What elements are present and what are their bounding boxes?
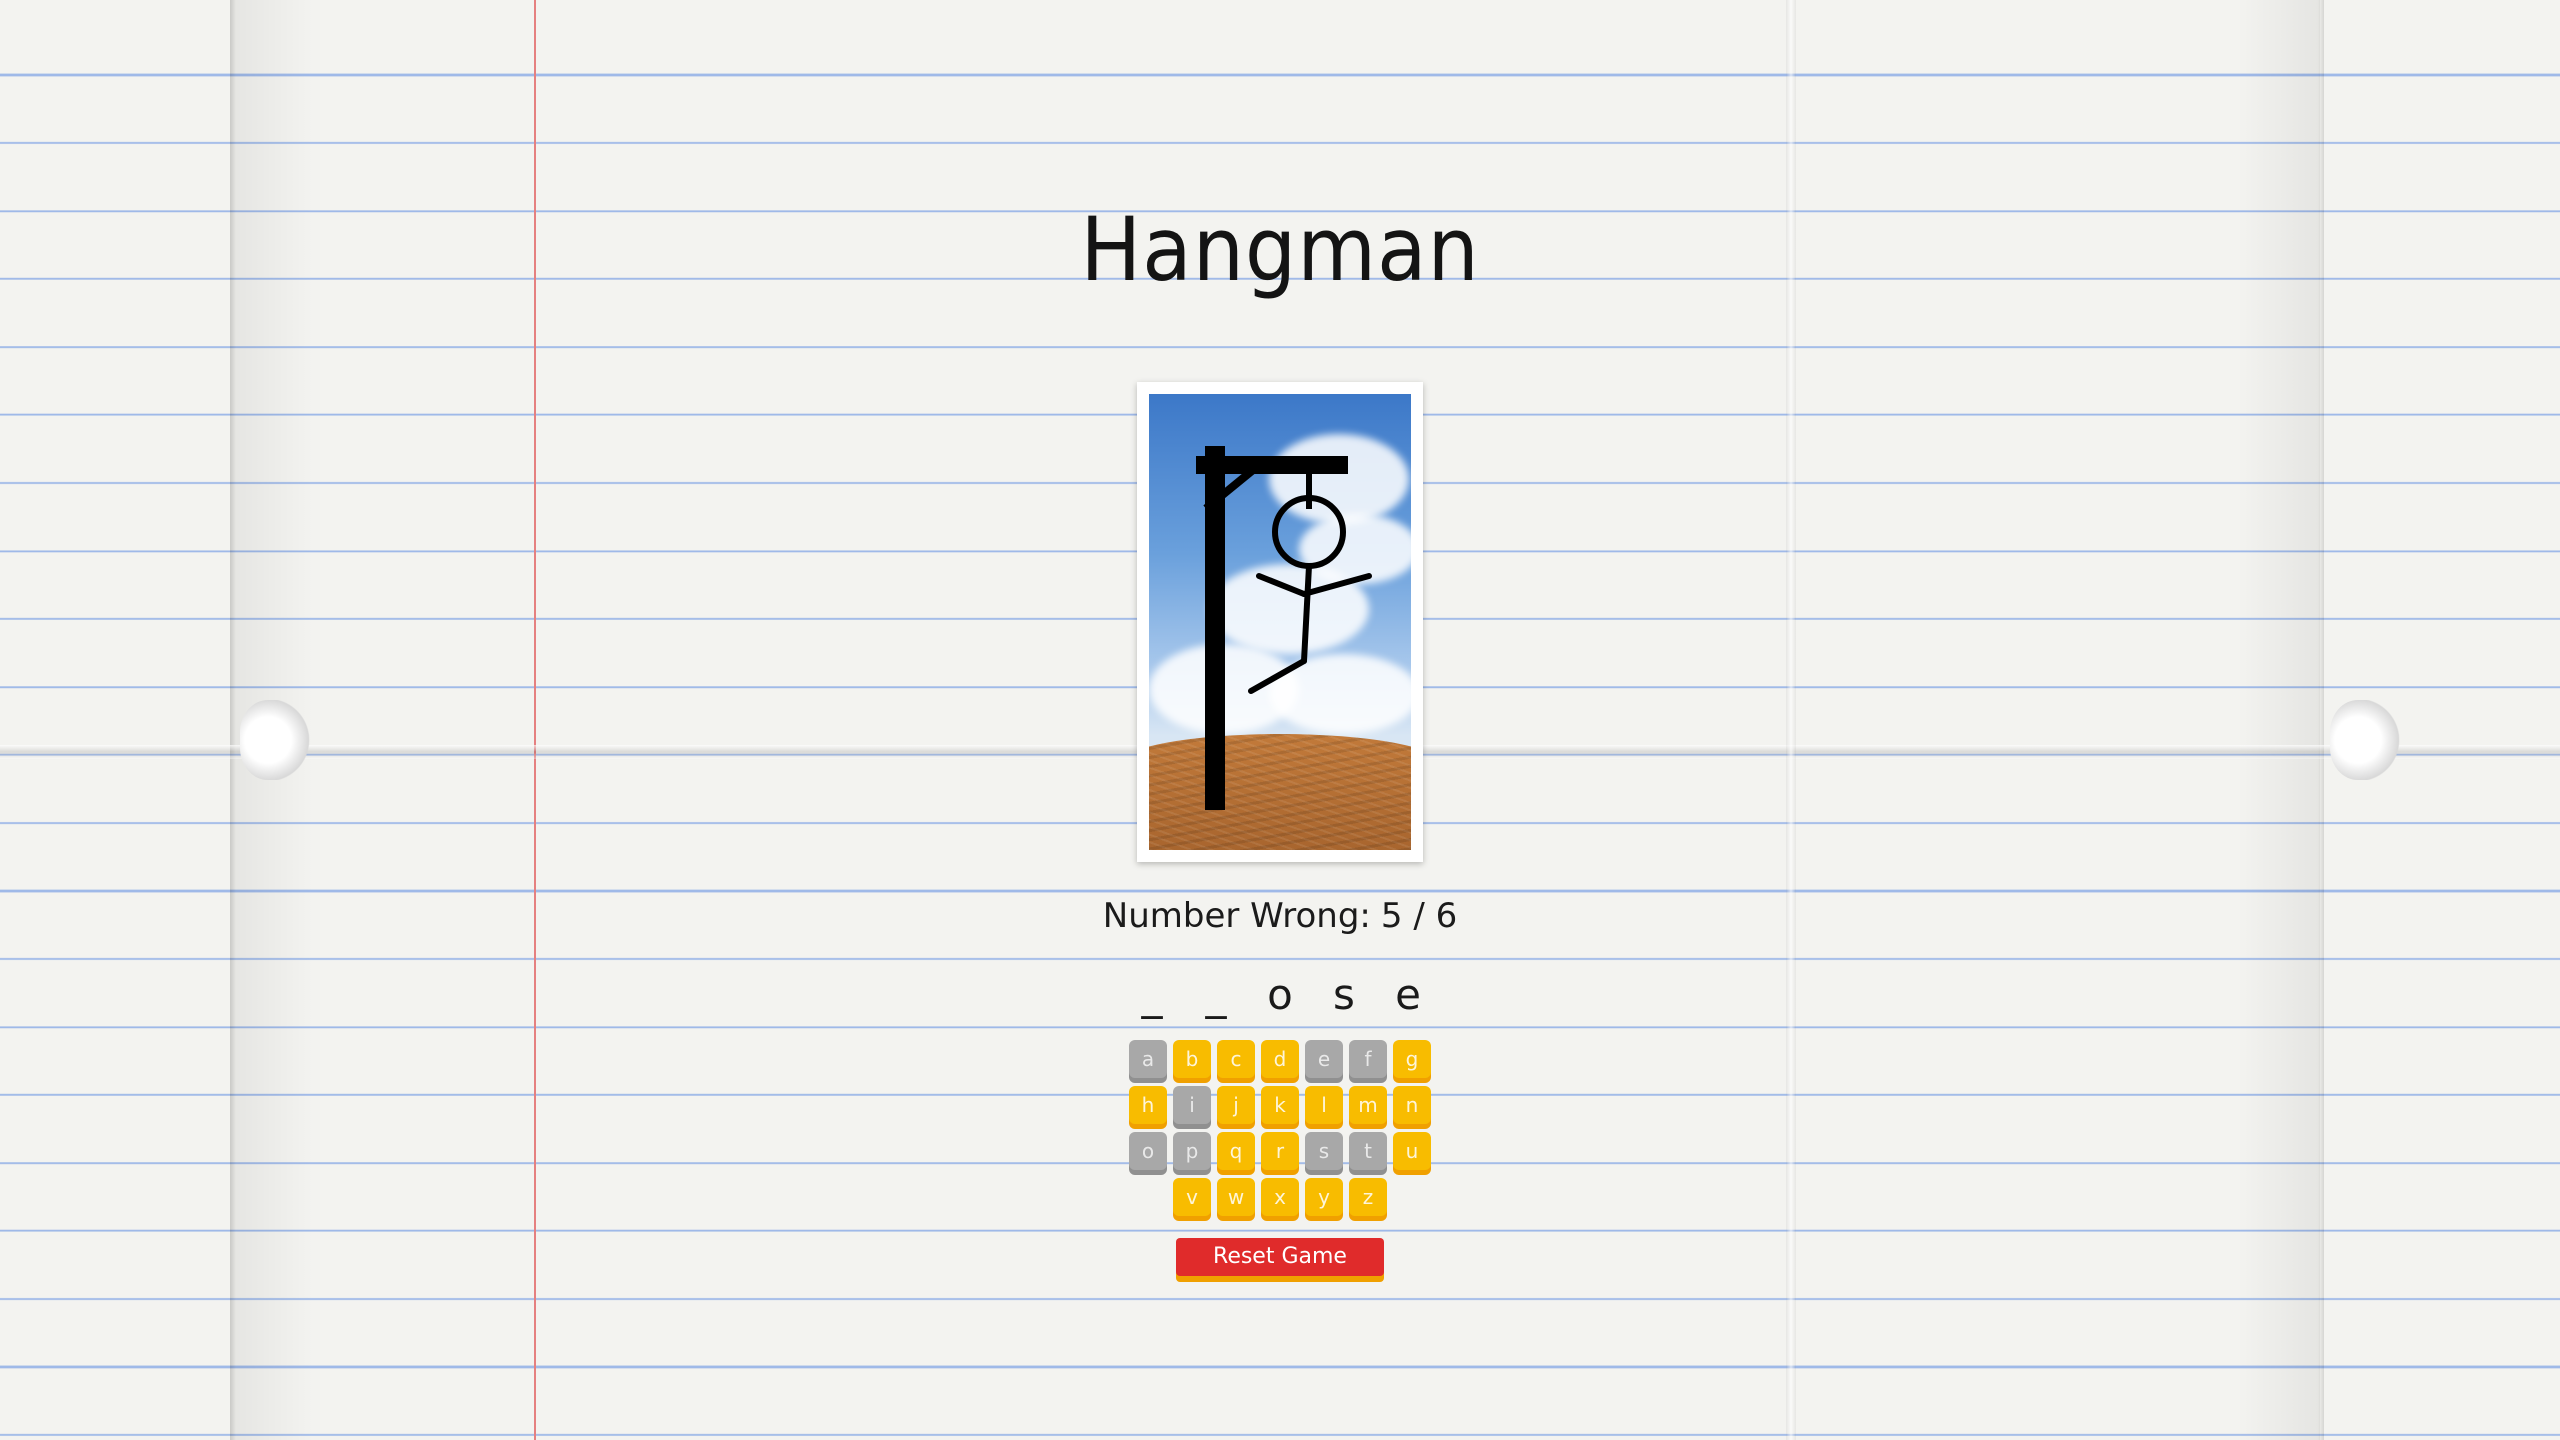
word-letter-slot: _	[1205, 969, 1227, 1019]
letter-key-w[interactable]: w	[1217, 1177, 1255, 1216]
letter-key-g[interactable]: g	[1393, 1039, 1431, 1078]
figure-body	[1301, 562, 1312, 664]
word-display: _ _ o s e	[1135, 970, 1425, 1020]
letter-key-b[interactable]: b	[1173, 1039, 1211, 1078]
letter-key-x[interactable]: x	[1261, 1177, 1299, 1216]
letter-key-q[interactable]: q	[1217, 1131, 1255, 1170]
letter-key-i[interactable]: i	[1173, 1085, 1211, 1124]
word-letter-slot: o	[1267, 969, 1293, 1019]
letter-key-h[interactable]: h	[1129, 1085, 1167, 1124]
letter-key-j[interactable]: j	[1217, 1085, 1255, 1124]
keyboard-row: o p q r s t u	[1129, 1131, 1431, 1170]
figure-left-arm	[1256, 572, 1307, 597]
hangman-scene	[1149, 393, 1411, 850]
word-letter-slot: s	[1333, 969, 1355, 1019]
figure-left-leg	[1248, 657, 1307, 694]
letter-key-u[interactable]: u	[1393, 1131, 1431, 1170]
gallows-figure-drawing	[1196, 445, 1372, 810]
page-title: Hangman	[1080, 198, 1480, 301]
reset-game-button[interactable]: Reset Game	[1176, 1237, 1384, 1276]
letter-key-o[interactable]: o	[1129, 1131, 1167, 1170]
keyboard-row: h i j k l m n	[1129, 1085, 1431, 1124]
letter-key-n[interactable]: n	[1393, 1085, 1431, 1124]
letter-key-e[interactable]: e	[1305, 1039, 1343, 1078]
letter-key-c[interactable]: c	[1217, 1039, 1255, 1078]
letter-key-p[interactable]: p	[1173, 1131, 1211, 1170]
keyboard-row: a b c d e f g	[1129, 1039, 1431, 1078]
letter-key-z[interactable]: z	[1349, 1177, 1387, 1216]
letter-key-v[interactable]: v	[1173, 1177, 1211, 1216]
letter-key-s[interactable]: s	[1305, 1131, 1343, 1170]
wrong-count-value: 5 / 6	[1380, 895, 1458, 936]
hangman-picture-frame	[1137, 381, 1423, 862]
letter-key-f[interactable]: f	[1349, 1039, 1387, 1078]
keyboard-row: v w x y z	[1173, 1177, 1387, 1216]
figure-right-arm	[1301, 572, 1372, 597]
letter-key-t[interactable]: t	[1349, 1131, 1387, 1170]
hangman-app: Hangman Number Wrong: 5 / 6 _ _ o s e a …	[0, 0, 2560, 1440]
letter-key-d[interactable]: d	[1261, 1039, 1299, 1078]
stick-figure	[1248, 494, 1372, 694]
word-letter-slot: e	[1395, 969, 1421, 1019]
letter-key-l[interactable]: l	[1305, 1085, 1343, 1124]
wrong-count-label: Number Wrong:	[1102, 895, 1371, 936]
letter-key-k[interactable]: k	[1261, 1085, 1299, 1124]
letter-key-r[interactable]: r	[1261, 1131, 1299, 1170]
gallows	[1196, 445, 1348, 810]
word-letter-slot: _	[1141, 969, 1163, 1019]
letter-key-a[interactable]: a	[1129, 1039, 1167, 1078]
wrong-count: Number Wrong: 5 / 6	[1103, 896, 1457, 936]
letter-key-y[interactable]: y	[1305, 1177, 1343, 1216]
letter-keyboard: a b c d e f g h i j k l m n o p q r s t …	[1129, 1039, 1431, 1216]
letter-key-m[interactable]: m	[1349, 1085, 1387, 1124]
